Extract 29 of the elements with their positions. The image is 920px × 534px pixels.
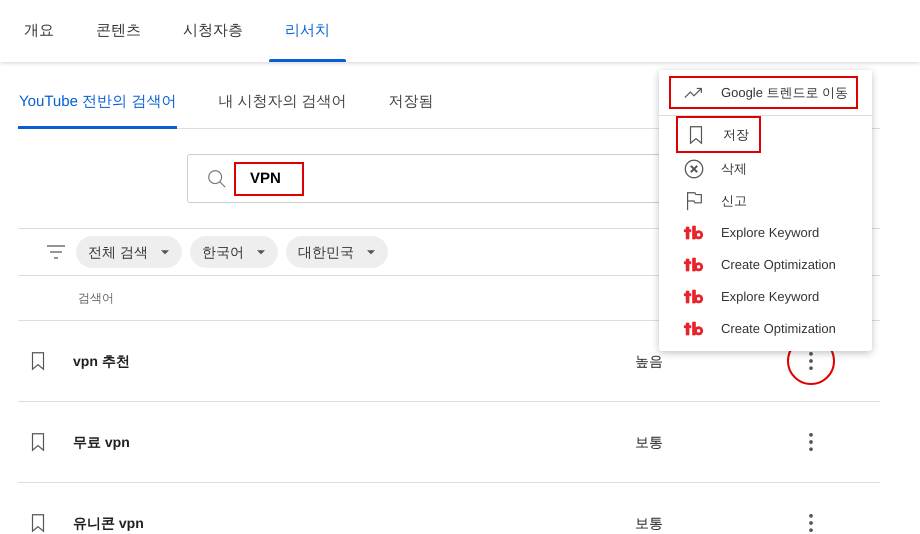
keyword-cell-text: vpn 추천 — [73, 352, 131, 371]
nav-tab[interactable]: 시청자층 — [167, 0, 259, 62]
nav-tab[interactable]: 리서치 — [269, 0, 346, 62]
filter-chip[interactable]: 한국어 — [190, 236, 278, 268]
sub-tab[interactable]: YouTube 전반의 검색어 — [18, 76, 178, 128]
more-icon — [809, 352, 813, 370]
menu-item[interactable]: Explore Keyword — [659, 281, 830, 313]
filter-chip[interactable]: 전체 검색 — [76, 236, 182, 268]
menu-item[interactable]: Create Optimization — [659, 249, 846, 281]
level-cell-text: 보통 — [635, 432, 664, 452]
keyword-cell-text: 유니콘 vpn — [73, 514, 145, 533]
menu-item[interactable]: 저장 — [676, 116, 761, 153]
filter-chip[interactable]: 대한민국 — [286, 236, 388, 268]
level-cell-text: 보통 — [635, 514, 664, 532]
delete-icon — [683, 158, 705, 180]
menu-item[interactable]: Create Optimization — [659, 313, 846, 345]
more-icon — [809, 514, 813, 532]
nav-tab[interactable]: 콘텐츠 — [80, 0, 157, 62]
sub-tab[interactable]: 저장됨 — [388, 76, 435, 128]
search-icon — [206, 168, 228, 190]
menu-item[interactable]: Google 트렌드로 이동 — [669, 76, 858, 109]
column-header: 검색어 — [78, 290, 114, 307]
keyword-cell-text: 무료 vpn — [73, 432, 131, 452]
sub-tab[interactable]: 내 시청자의 검색어 — [217, 76, 348, 128]
nav-tab[interactable]: 개요 — [8, 0, 70, 62]
more-icon — [809, 433, 813, 451]
menu-item[interactable]: Explore Keyword — [659, 217, 830, 249]
search-input[interactable]: VPN — [234, 162, 304, 196]
level-cell-text: 높음 — [635, 352, 664, 370]
